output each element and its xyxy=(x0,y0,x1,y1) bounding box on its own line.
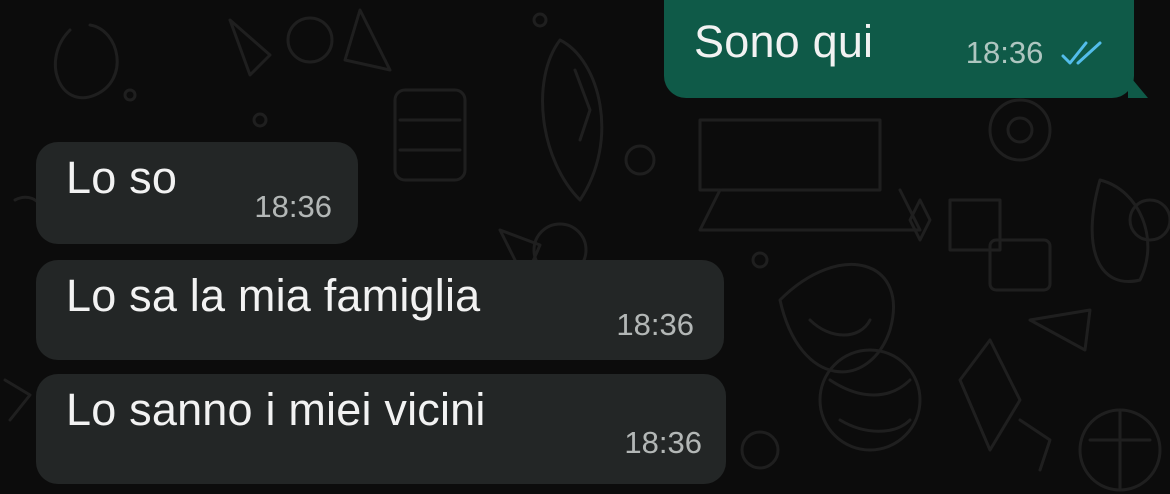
message-text: Sono qui xyxy=(694,16,874,67)
bubble-tail xyxy=(1128,74,1148,98)
message-text: Lo so xyxy=(66,152,178,203)
incoming-message-bubble[interactable]: Lo sa la mia famiglia 18:36 xyxy=(36,260,724,360)
incoming-message-bubble[interactable]: Lo so 18:36 xyxy=(36,142,358,244)
message-text: Lo sanno i miei vicini xyxy=(66,384,486,435)
incoming-message-bubble[interactable]: Lo sanno i miei vicini 18:36 xyxy=(36,374,726,484)
message-time: 18:36 xyxy=(624,425,702,460)
message-text: Lo sa la mia famiglia xyxy=(66,270,481,321)
message-time-label: 18:36 xyxy=(965,35,1044,70)
double-check-icon xyxy=(1061,41,1102,65)
chat-view: Sono qui 18:36 Lo so 18:36 Lo sa la mia … xyxy=(0,0,1170,494)
message-time: 18:36 xyxy=(254,189,332,224)
message-time: 18:36 xyxy=(966,36,1104,70)
message-time: 18:36 xyxy=(616,307,694,342)
outgoing-message-bubble[interactable]: Sono qui 18:36 xyxy=(664,0,1148,98)
